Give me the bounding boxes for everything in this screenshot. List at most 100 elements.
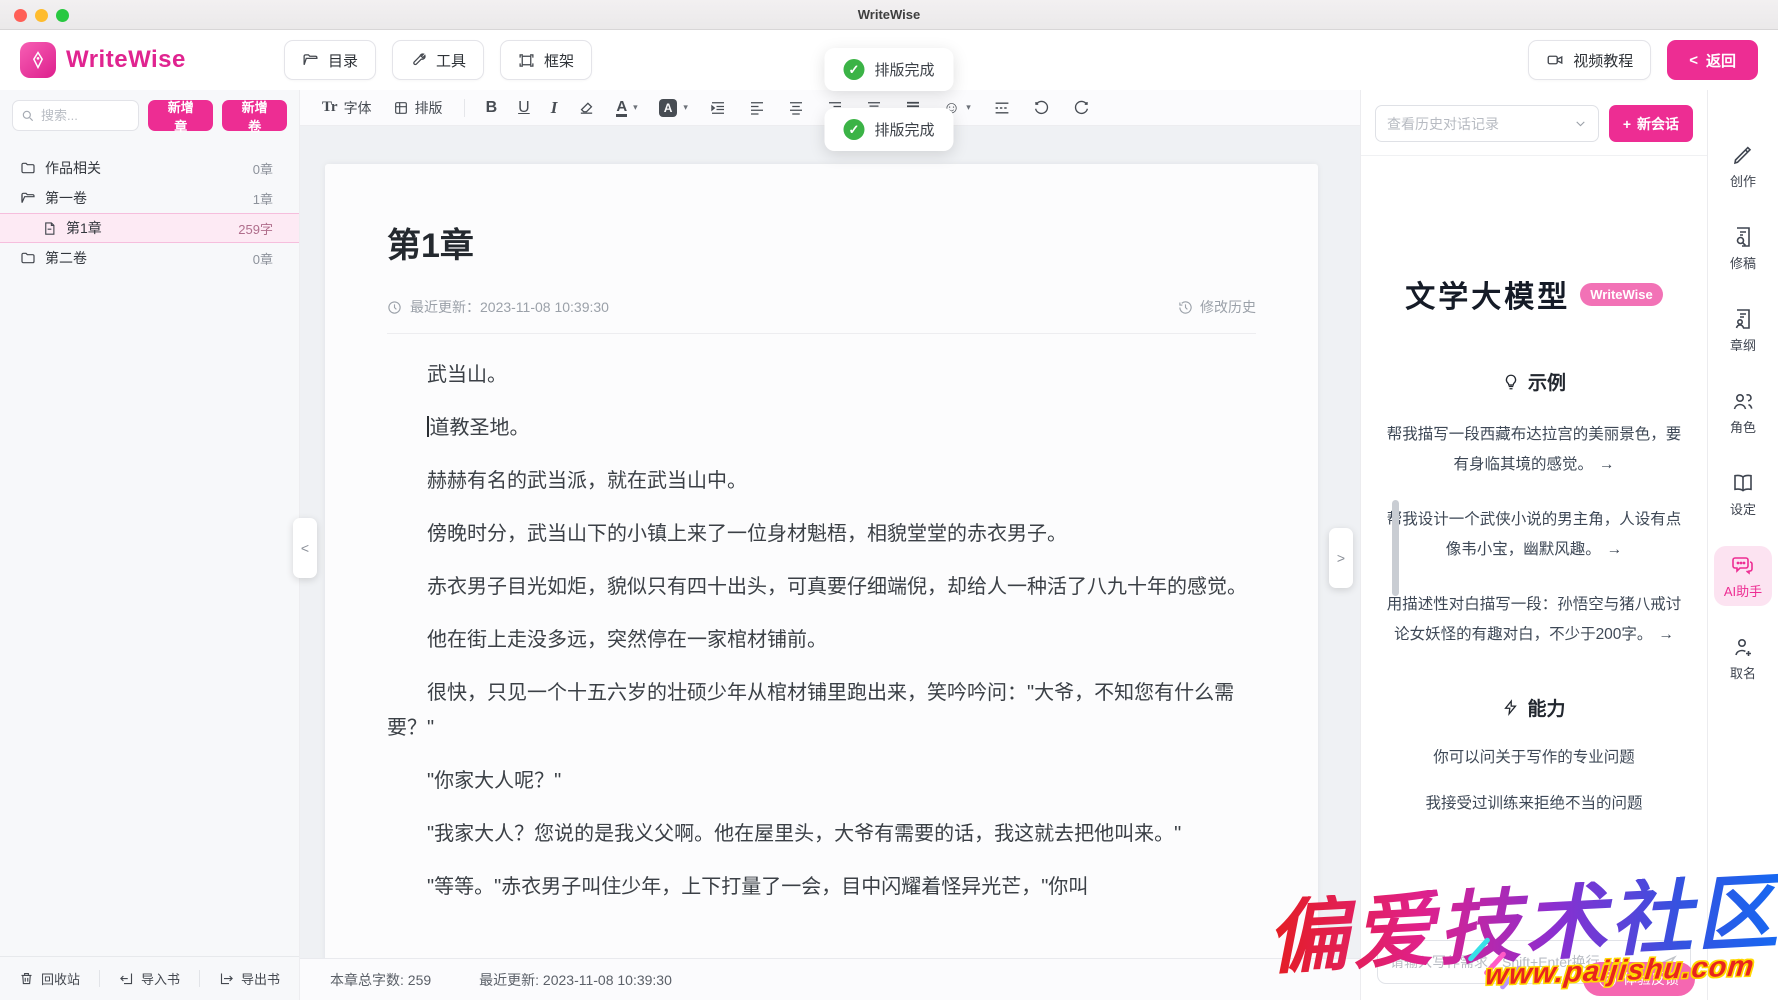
- sidebar-controls: 新增章 新增卷: [0, 90, 299, 139]
- clock-icon: [387, 300, 402, 315]
- clear-format-button[interactable]: [578, 99, 595, 116]
- eraser-icon: [578, 99, 595, 116]
- expand-panel-handle[interactable]: >: [1329, 528, 1353, 588]
- main-layout: 新增章 新增卷 作品相关 0章 第一卷 1章 第1章 259字 第二卷: [0, 90, 1778, 1000]
- assistant-header: 查看历史对话记录 + 新会话: [1361, 90, 1707, 156]
- tree-item-chapter1[interactable]: 第1章 259字: [0, 213, 299, 243]
- indent-icon: [709, 99, 727, 117]
- zoom-window-button[interactable]: [56, 9, 69, 22]
- export-book-button[interactable]: 导出书: [219, 969, 280, 988]
- chevron-down-icon: ▾: [683, 102, 688, 113]
- word-count: 259字: [238, 219, 273, 238]
- font-menu-button[interactable]: Tr 字体: [322, 98, 372, 118]
- new-chat-button[interactable]: + 新会话: [1609, 105, 1693, 142]
- paragraph: 他在街上走没多远，突然停在一家棺材铺前。: [387, 623, 1256, 658]
- underline-button[interactable]: U: [518, 99, 530, 117]
- sidebar-footer: 回收站 导入书 导出书: [0, 956, 299, 1000]
- chat-bubbles-icon: [1731, 553, 1755, 577]
- editor-canvas: 第1章 最近更新：2023-11-08 10:39:30 修改历史 武当山。 道…: [300, 126, 1360, 958]
- highlight-color-button[interactable]: A ▾: [659, 99, 688, 117]
- import-icon: [119, 971, 134, 986]
- search-input[interactable]: [41, 108, 125, 123]
- example-prompt[interactable]: 用描述性对白描写一段：孙悟空与猪八戒讨论女妖怪的有趣对白，不少于200字。→: [1385, 590, 1683, 650]
- tree-item-works[interactable]: 作品相关 0章: [0, 153, 299, 183]
- folder-icon: [20, 250, 36, 266]
- model-badge: WriteWise: [1580, 283, 1663, 306]
- chevron-right-icon: >: [1337, 550, 1345, 566]
- horizontal-rule-button[interactable]: [992, 100, 1012, 116]
- scrollbar-thumb[interactable]: [1392, 500, 1399, 596]
- add-volume-button[interactable]: 新增卷: [222, 100, 287, 131]
- layout-grid-icon: [393, 100, 409, 116]
- chapter-title[interactable]: 第1章: [387, 218, 1256, 267]
- example-prompt[interactable]: 帮我描写一段西藏布达拉宫的美丽景色，要有身临其境的感觉。→: [1385, 420, 1683, 480]
- chapter-body[interactable]: 武当山。 道教圣地。 赫赫有名的武当派，就在武当山中。 傍晚时分，武当山下的小镇…: [387, 334, 1256, 905]
- document-page[interactable]: 第1章 最近更新：2023-11-08 10:39:30 修改历史 武当山。 道…: [325, 164, 1318, 958]
- undo-icon: [1033, 99, 1051, 117]
- close-window-button[interactable]: [14, 9, 27, 22]
- lightning-icon: [1502, 699, 1519, 716]
- toast-layout-complete: ✓ 排版完成: [824, 108, 953, 151]
- feature-rail: 创作 修稿 章纲 角色 设定 AI助手 取名: [1707, 90, 1778, 1000]
- divider: [464, 99, 465, 117]
- feedback-button[interactable]: ? 体验反馈: [1583, 962, 1695, 996]
- abilities-header: 能力: [1385, 694, 1683, 721]
- success-check-icon: ✓: [843, 59, 864, 80]
- editor-column: Tr 字体 排版 B U I A ▾ A ▾: [300, 90, 1360, 1000]
- collapse-sidebar-handle[interactable]: <: [293, 518, 317, 578]
- align-center-button[interactable]: [787, 99, 805, 117]
- bold-button[interactable]: B: [486, 99, 498, 117]
- recycle-bin-button[interactable]: 回收站: [19, 969, 80, 988]
- rail-item-outline[interactable]: 章纲: [1714, 300, 1772, 360]
- rail-item-settings[interactable]: 设定: [1714, 464, 1772, 524]
- rail-item-naming[interactable]: 取名: [1714, 628, 1772, 688]
- divider: [99, 970, 100, 987]
- font-color-button[interactable]: A ▾: [616, 99, 637, 117]
- import-book-button[interactable]: 导入书: [119, 969, 180, 988]
- status-last-updated: 最近更新: 2023-11-08 10:39:30: [479, 970, 672, 990]
- rail-item-characters[interactable]: 角色: [1714, 382, 1772, 442]
- undo-button[interactable]: [1033, 99, 1051, 117]
- search-box[interactable]: [12, 100, 139, 131]
- rail-item-create[interactable]: 创作: [1714, 136, 1772, 196]
- minimize-window-button[interactable]: [35, 9, 48, 22]
- ability-text: 你可以问关于写作的专业问题: [1385, 745, 1683, 767]
- example-prompt[interactable]: 帮我设计一个武侠小说的男主角，人设有点像韦小宝，幽默风趣。→: [1385, 505, 1683, 565]
- rail-item-ai-assistant[interactable]: AI助手: [1714, 546, 1772, 606]
- tree-item-volume2[interactable]: 第二卷 0章: [0, 243, 299, 273]
- arrow-right-icon: →: [1599, 456, 1615, 473]
- last-updated-text: 最近更新：2023-11-08 10:39:30: [410, 297, 609, 317]
- revision-history-button[interactable]: 修改历史: [1178, 297, 1256, 317]
- indent-button[interactable]: [709, 99, 727, 117]
- people-icon: [1731, 389, 1755, 413]
- paragraph: "我家大人？您说的是我义父啊。他在屋里头，大爷有需要的话，我这就去把他叫来。": [387, 817, 1256, 852]
- back-button[interactable]: < 返回: [1667, 40, 1758, 80]
- success-check-icon: ✓: [843, 119, 864, 140]
- chevron-down-icon: ▾: [966, 102, 971, 113]
- search-icon: [21, 109, 35, 123]
- align-left-button[interactable]: [748, 99, 766, 117]
- catalog-button[interactable]: 目录: [284, 40, 376, 80]
- folder-icon: [302, 52, 319, 69]
- add-chapter-button[interactable]: 新增章: [148, 100, 213, 131]
- paragraph: "等等。"赤衣男子叫住少年，上下打量了一会，目中闪耀着怪异光芒，"你叫: [387, 870, 1256, 905]
- chevron-down-icon: ▾: [633, 102, 638, 113]
- wrench-icon: [410, 52, 427, 69]
- pen-icon: [1731, 143, 1755, 167]
- redo-button[interactable]: [1072, 99, 1090, 117]
- paragraph: 赤衣男子目光如炬，貌似只有四十出头，可真要仔细端倪，却给人一种活了八九十年的感觉…: [387, 570, 1256, 605]
- macos-titlebar: WriteWise: [0, 0, 1778, 30]
- ability-text: 我接受过训练来拒绝不当的问题: [1385, 791, 1683, 813]
- layout-menu-button[interactable]: 排版: [393, 98, 443, 118]
- document-meta: 最近更新：2023-11-08 10:39:30 修改历史: [387, 297, 1256, 334]
- history-select[interactable]: 查看历史对话记录: [1375, 105, 1599, 142]
- align-left-icon: [748, 99, 766, 117]
- question-icon: ?: [1599, 971, 1616, 988]
- rail-item-revise[interactable]: 修稿: [1714, 218, 1772, 278]
- video-tutorial-button[interactable]: 视频教程: [1528, 40, 1651, 80]
- tools-button[interactable]: 工具: [392, 40, 484, 80]
- frame-button[interactable]: 框架: [500, 40, 592, 80]
- italic-button[interactable]: I: [551, 98, 558, 118]
- tree-item-volume1[interactable]: 第一卷 1章: [0, 183, 299, 213]
- text-cursor: [427, 416, 429, 437]
